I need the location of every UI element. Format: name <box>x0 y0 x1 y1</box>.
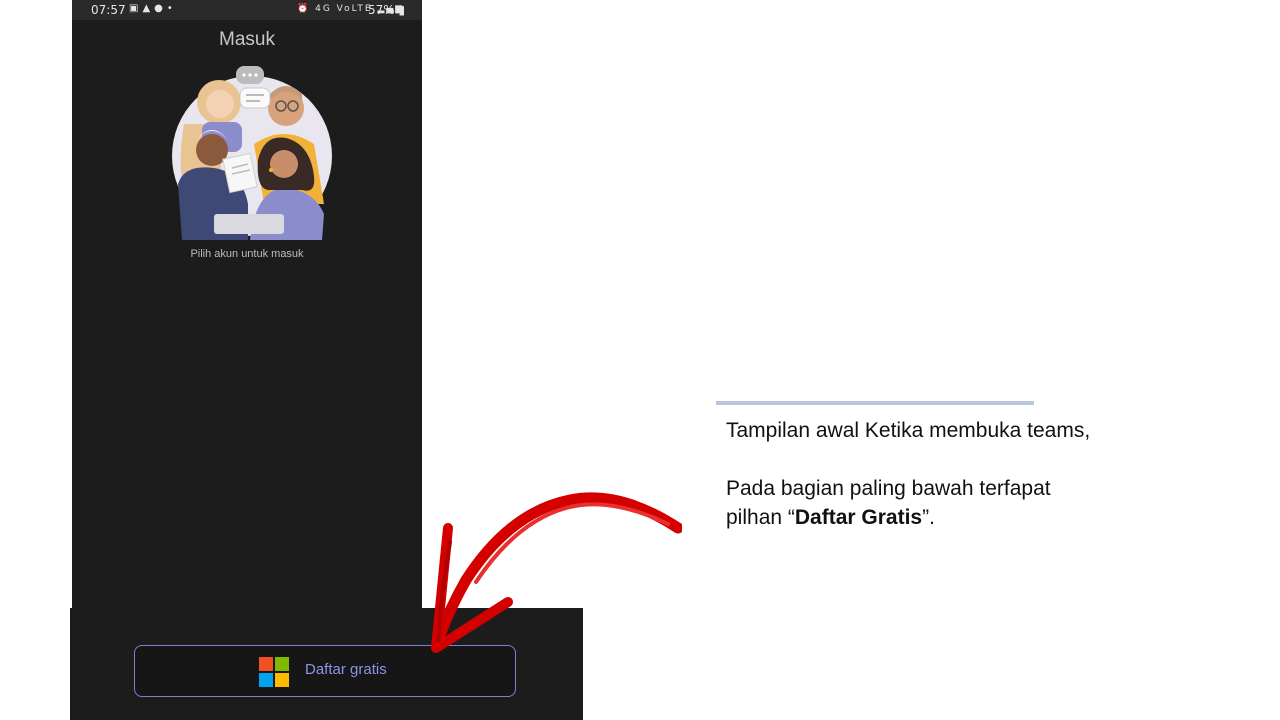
caption-text: Tampilan awal Ketika membuka teams, Pada… <box>726 416 1106 532</box>
alarm-icon: ⏰ <box>297 4 311 14</box>
battery-icon: ▮ <box>398 3 406 17</box>
caption-divider <box>716 401 1034 405</box>
caption-bold-term: Daftar Gratis <box>794 506 923 529</box>
caption-line-2: Pada bagian paling bawah terfapat pilhan… <box>726 477 1051 529</box>
dot-icon: • <box>166 3 177 14</box>
image-icon: ▣ <box>129 3 143 14</box>
warning-icon: ▲ <box>142 3 155 14</box>
caption-line-1: Tampilan awal Ketika membuka teams, <box>726 419 1091 442</box>
slide: 07:57 ▣▲●• ⏰ 4G VoLTE ▂▄▆ 57% ▮ Masuk Pi… <box>0 0 1280 720</box>
status-time: 07:57 <box>91 3 126 17</box>
battery-level: 57% ▮ <box>368 3 406 17</box>
network-text: 4G VoLTE <box>315 4 373 14</box>
choose-account-text: Pilih akun untuk masuk <box>190 248 304 260</box>
signup-free-label: Daftar gratis <box>305 661 387 678</box>
page-title: Masuk <box>219 29 275 50</box>
phone-screenshot: 07:57 ▣▲●• ⏰ 4G VoLTE ▂▄▆ 57% ▮ Masuk Pi… <box>72 0 422 608</box>
account-icon: ● <box>154 3 167 14</box>
red-arrow-annotation <box>431 492 682 653</box>
people-group-illustration <box>172 66 332 240</box>
microsoft-logo-icon <box>259 657 289 687</box>
notification-icons: ▣▲●• <box>129 3 177 14</box>
status-bar: 07:57 ▣▲●• ⏰ 4G VoLTE ▂▄▆ 57% ▮ <box>72 0 422 20</box>
